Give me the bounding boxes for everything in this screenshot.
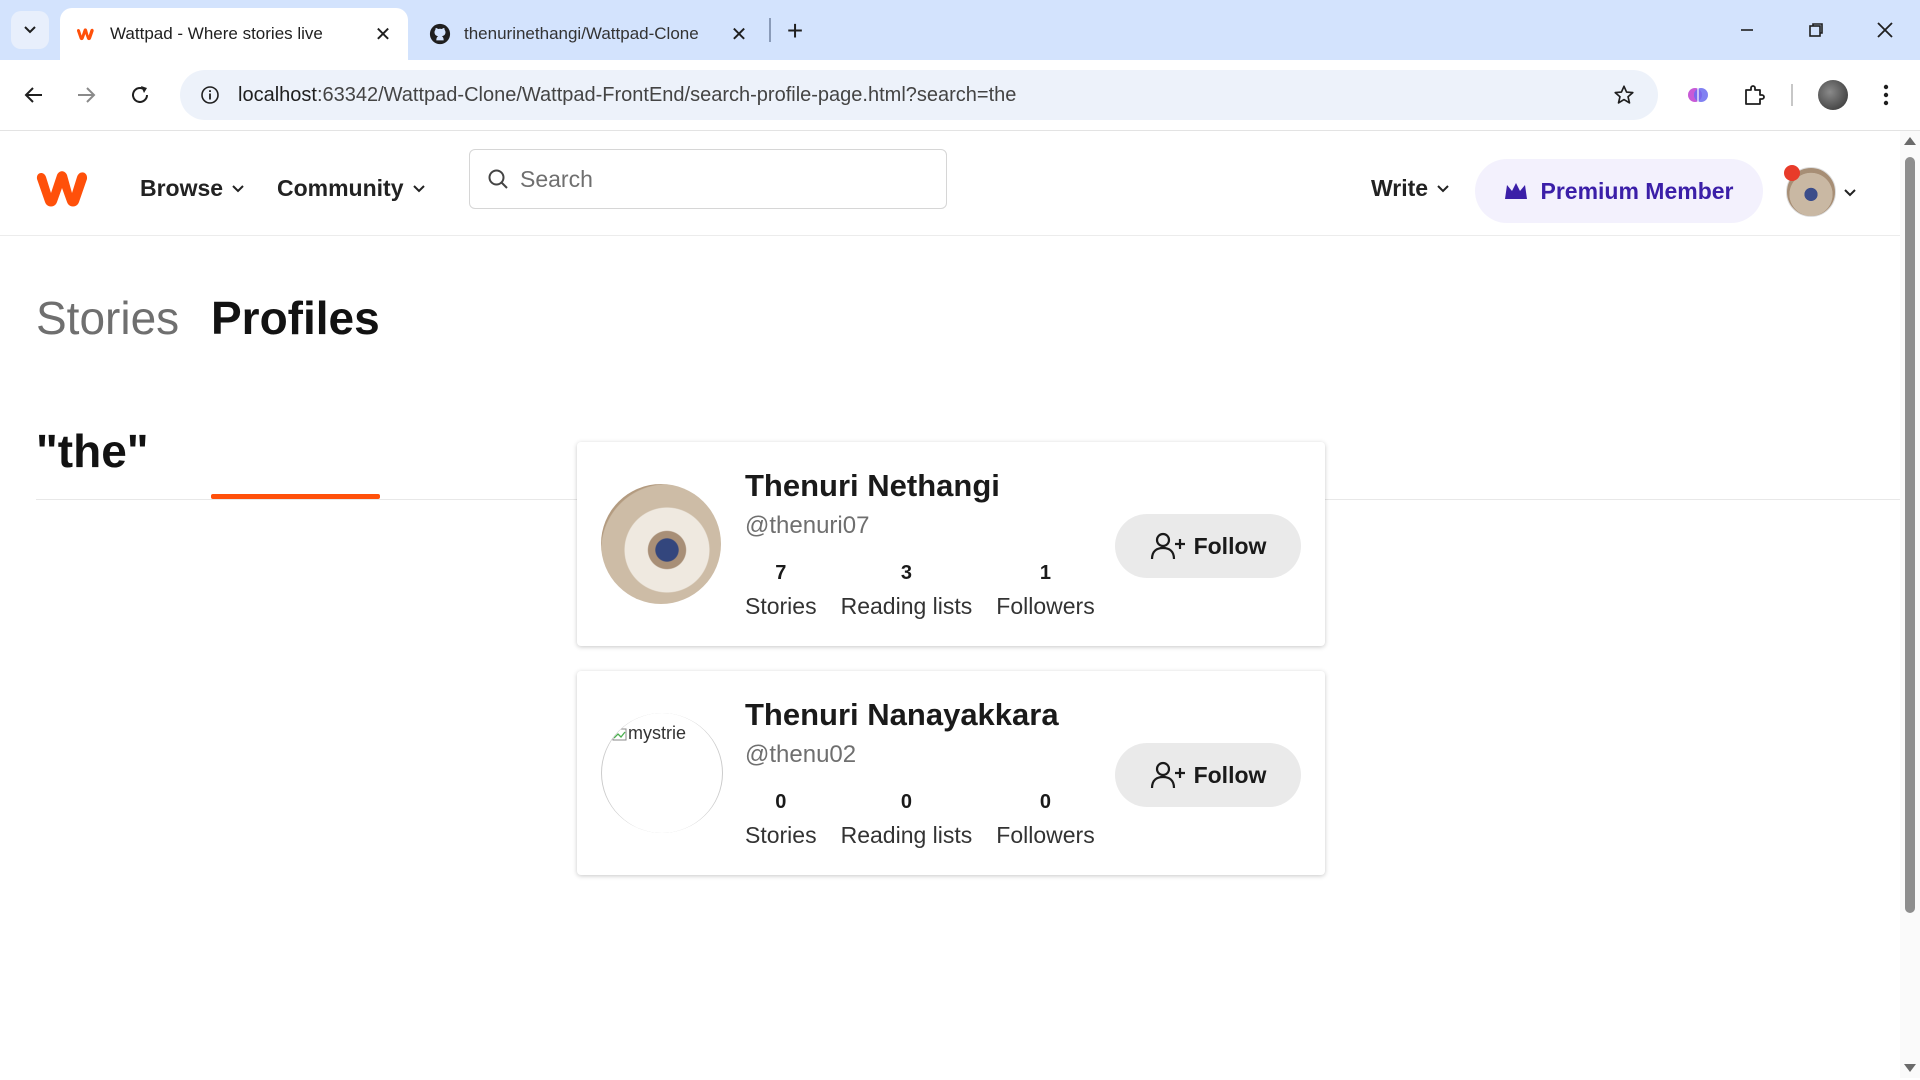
profile-name[interactable]: Thenuri Nethangi (745, 468, 1000, 504)
tab-separator (769, 18, 771, 42)
browser-toolbar: localhost:63342/Wattpad-Clone/Wattpad-Fr… (0, 60, 1920, 131)
user-avatar[interactable] (1784, 165, 1836, 217)
stat-label: Followers (996, 593, 1095, 619)
url-text: localhost:63342/Wattpad-Clone/Wattpad-Fr… (238, 84, 1016, 107)
reload-icon[interactable] (120, 75, 160, 115)
nav-browse-label: Browse (140, 175, 224, 201)
address-bar[interactable]: localhost:63342/Wattpad-Clone/Wattpad-Fr… (180, 70, 1658, 120)
site-header: Browse Community Write Premium Member (0, 131, 1900, 236)
restore-icon[interactable] (1793, 10, 1839, 50)
chevron-down-icon (24, 26, 36, 34)
wattpad-logo-icon[interactable] (34, 167, 94, 209)
nav-browse[interactable]: Browse (140, 175, 245, 202)
profile-avatar-broken-image[interactable]: mystrie (601, 713, 723, 833)
browser-tab-bar: Wattpad - Where stories live ✕ thenurine… (0, 0, 1920, 60)
stat-value: 3 (900, 562, 912, 584)
stat-followers: 0 Followers (996, 791, 1094, 849)
stat-value: 7 (775, 562, 787, 584)
profile-stats: 0 Stories 0 Reading lists 0 Followers (745, 791, 1119, 849)
add-user-icon (1150, 531, 1188, 561)
premium-member-button[interactable]: Premium Member (1475, 159, 1763, 223)
url-path: :63342/Wattpad-Clone/Wattpad-FrontEnd/se… (316, 83, 1017, 106)
page-scrollbar[interactable] (1900, 131, 1920, 1078)
nav-community-label: Community (277, 175, 404, 201)
profile-handle: @thenuri07 (745, 512, 870, 539)
stat-stories: 0 Stories (745, 791, 817, 849)
toolbar-divider (1791, 84, 1793, 106)
tab-title: Wattpad - Where stories live (110, 24, 323, 43)
chevron-down-icon (1436, 182, 1450, 196)
search-input[interactable] (518, 164, 922, 194)
new-tab-plus-icon[interactable]: + (778, 14, 812, 48)
search-query-title: "the" (36, 425, 149, 477)
site-search[interactable] (469, 149, 947, 209)
stat-value: 1 (1039, 562, 1052, 584)
tab-title: thenurinethangi/Wattpad-Clone (464, 24, 699, 43)
stat-value: 0 (900, 791, 912, 813)
notification-dot (1784, 165, 1800, 181)
chevron-down-icon (412, 182, 426, 196)
site-info-icon[interactable] (194, 79, 226, 111)
stat-label: Reading lists (840, 822, 973, 848)
follow-button[interactable]: Follow (1115, 514, 1301, 578)
browser-profile-avatar[interactable] (1813, 75, 1853, 115)
wattpad-icon (74, 22, 98, 46)
follow-button[interactable]: Follow (1115, 743, 1301, 807)
url-host: localhost (238, 83, 317, 106)
active-tab-underline (211, 494, 380, 499)
close-icon[interactable]: ✕ (370, 21, 396, 47)
follow-label: Follow (1193, 532, 1267, 559)
chevron-down-icon[interactable] (1843, 186, 1857, 200)
profile-card[interactable]: mystrie Thenuri Nanayakkara @thenu02 0 S… (577, 671, 1325, 875)
extension-brain-icon[interactable] (1678, 75, 1718, 115)
stat-value: 0 (775, 791, 787, 813)
profile-name[interactable]: Thenuri Nanayakkara (745, 697, 1059, 733)
stat-followers: 1 Followers (996, 562, 1094, 620)
scroll-down-arrow-icon[interactable] (1904, 1064, 1916, 1072)
profile-handle: @thenu02 (745, 741, 857, 768)
crown-icon (1504, 181, 1528, 201)
tab-search-button[interactable] (11, 11, 49, 49)
tab-profiles-label: Profiles (211, 292, 380, 344)
forward-arrow-icon[interactable] (66, 75, 106, 115)
search-icon (486, 167, 510, 191)
broken-image-icon (612, 728, 627, 740)
bookmark-star-icon[interactable] (1608, 79, 1640, 111)
stat-reading-lists: 0 Reading lists (841, 791, 973, 849)
minimize-icon[interactable] (1724, 10, 1770, 50)
premium-member-label: Premium Member (1540, 177, 1734, 204)
nav-write-label: Write (1371, 175, 1429, 201)
profile-stats: 7 Stories 3 Reading lists 1 Followers (745, 562, 1119, 620)
extensions-puzzle-icon[interactable] (1734, 75, 1774, 115)
chevron-down-icon (231, 182, 245, 196)
profile-card[interactable]: Thenuri Nethangi @thenuri07 7 Stories 3 … (577, 442, 1325, 646)
browser-tab-active[interactable]: Wattpad - Where stories live ✕ (60, 8, 408, 60)
more-menu-icon[interactable] (1866, 75, 1906, 115)
window-close-icon[interactable] (1862, 10, 1908, 50)
back-arrow-icon[interactable] (14, 75, 54, 115)
nav-write[interactable]: Write (1371, 175, 1450, 202)
close-icon[interactable]: ✕ (726, 21, 752, 47)
nav-community[interactable]: Community (277, 175, 426, 202)
page-viewport: Browse Community Write Premium Member (0, 131, 1900, 1078)
stat-label: Reading lists (840, 593, 973, 619)
image-alt-text: mystrie (628, 723, 686, 743)
profile-avatar[interactable] (601, 484, 721, 604)
stat-value: 0 (1039, 791, 1052, 813)
stat-stories: 7 Stories (745, 562, 817, 620)
follow-label: Follow (1193, 761, 1267, 788)
github-icon (428, 22, 452, 46)
tab-profiles[interactable]: Profiles (211, 291, 380, 499)
stat-label: Stories (745, 822, 817, 848)
browser-tab[interactable]: thenurinethangi/Wattpad-Clone ✕ (414, 8, 764, 60)
scroll-up-arrow-icon[interactable] (1904, 137, 1916, 145)
add-user-icon (1150, 760, 1188, 790)
stat-reading-lists: 3 Reading lists (841, 562, 973, 620)
scrollbar-thumb[interactable] (1905, 157, 1915, 913)
stat-label: Stories (745, 593, 817, 619)
stat-label: Followers (996, 822, 1095, 848)
broken-image-alt: mystrie (612, 723, 686, 744)
